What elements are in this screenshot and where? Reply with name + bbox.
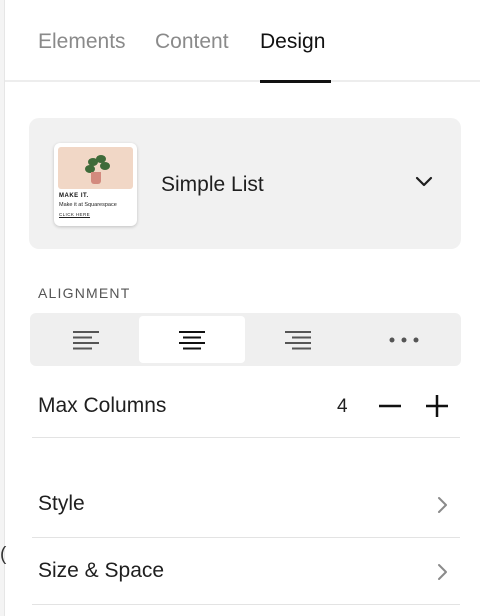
tab-content[interactable]: Content — [155, 30, 229, 54]
divider — [32, 604, 460, 605]
alignment-label: ALIGNMENT — [38, 285, 131, 301]
align-center-button[interactable] — [139, 316, 245, 363]
align-left-icon — [73, 330, 99, 349]
divider — [32, 437, 460, 438]
thumbnail-plant-image — [58, 147, 133, 189]
chevron-right-icon — [438, 497, 447, 513]
left-panel-edge — [0, 0, 5, 616]
more-options-icon — [389, 337, 419, 342]
layout-selector[interactable]: MAKE IT. Make it at Squarespace CLICK HE… — [29, 118, 461, 249]
tab-bar: Elements Content Design — [5, 0, 480, 82]
more-alignment-options-button[interactable] — [351, 316, 457, 363]
align-right-button[interactable] — [245, 316, 351, 363]
thumbnail-subtitle: Make it at Squarespace — [59, 202, 117, 208]
tab-elements[interactable]: Elements — [38, 30, 126, 54]
tab-design[interactable]: Design — [260, 30, 325, 54]
left-edge-glyph: ( — [0, 544, 7, 565]
layout-name: Simple List — [161, 173, 264, 196]
divider — [32, 537, 460, 538]
max-columns-value: 4 — [337, 396, 348, 417]
chevron-right-icon — [438, 564, 447, 580]
chevron-down-icon[interactable] — [415, 175, 433, 189]
layout-thumbnail: MAKE IT. Make it at Squarespace CLICK HE… — [54, 143, 137, 226]
align-center-icon — [179, 330, 205, 349]
align-right-icon — [285, 330, 311, 349]
style-row[interactable]: Style — [32, 480, 460, 530]
plus-icon[interactable] — [423, 392, 451, 420]
align-left-button[interactable] — [33, 316, 139, 363]
active-tab-indicator — [260, 80, 331, 83]
style-label: Style — [38, 492, 85, 515]
alignment-segmented-control — [30, 313, 461, 366]
minus-icon[interactable] — [376, 392, 404, 420]
size-space-label: Size & Space — [38, 559, 165, 582]
max-columns-label: Max Columns — [38, 394, 167, 417]
size-space-row[interactable]: Size & Space — [32, 547, 460, 597]
thumbnail-title: MAKE IT. — [59, 193, 89, 199]
thumbnail-link: CLICK HERE — [59, 212, 91, 217]
